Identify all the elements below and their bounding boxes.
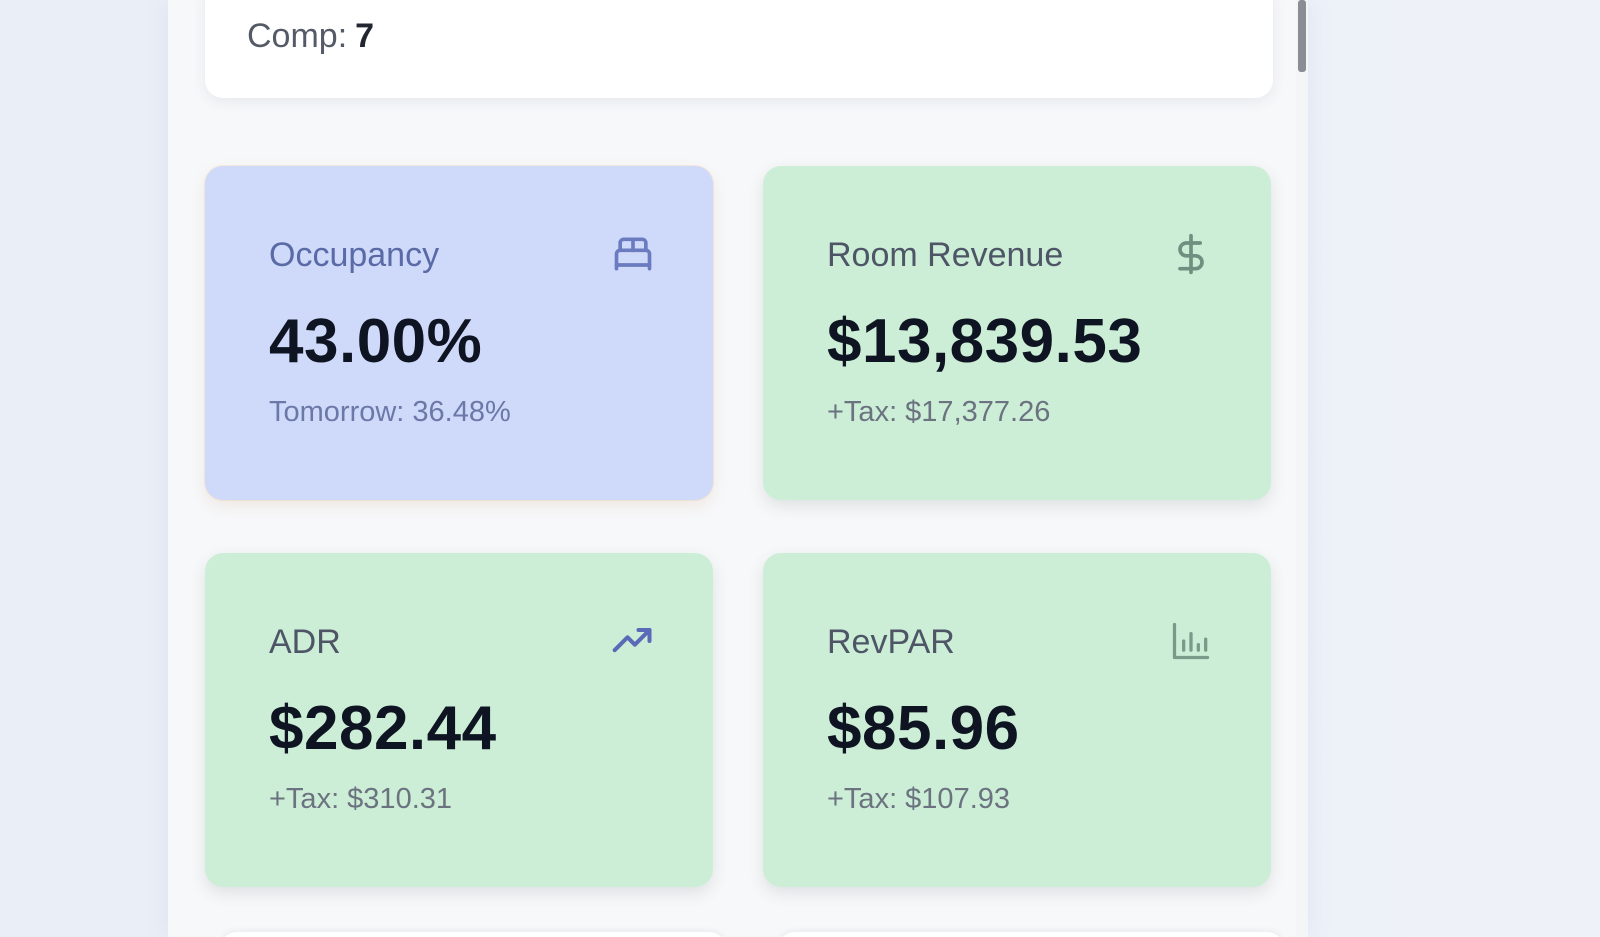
next-card-right (777, 932, 1285, 937)
comp-stat: Comp: 7 (247, 17, 374, 56)
metric-sub: +Tax: $310.31 (269, 783, 453, 815)
bed-icon (614, 237, 652, 271)
comp-value: 7 (355, 17, 375, 55)
metric-value: $85.96 (827, 694, 1020, 763)
metric-label: Occupancy (269, 236, 440, 274)
next-card-left (219, 932, 727, 937)
bar-chart-icon (1172, 622, 1210, 660)
metric-sub: +Tax: $17,377.26 (827, 396, 1051, 428)
scrollbar-thumb[interactable] (1298, 0, 1306, 72)
comp-label: Comp: (247, 17, 348, 55)
metric-value: 43.00% (269, 307, 483, 376)
metric-label: ADR (269, 623, 341, 661)
occupancy-card[interactable]: Occupancy 43.00% Tomorrow: 36.48% (205, 166, 713, 500)
metric-value: $282.44 (269, 694, 497, 763)
adr-card[interactable]: ADR $282.44 +Tax: $310.31 (205, 553, 713, 887)
metric-label: Room Revenue (827, 236, 1064, 274)
summary-card: Comp: 7 (205, 0, 1273, 98)
metric-sub: Tomorrow: 36.48% (269, 396, 511, 428)
room-revenue-card[interactable]: Room Revenue $13,839.53 +Tax: $17,377.26 (763, 166, 1271, 500)
metric-sub: +Tax: $107.93 (827, 783, 1011, 815)
dollar-icon (1178, 233, 1204, 275)
trending-up-icon (612, 627, 652, 653)
scrollbar-track[interactable] (1296, 0, 1308, 937)
metric-label: RevPAR (827, 623, 955, 661)
metric-value: $13,839.53 (827, 307, 1143, 376)
revpar-card[interactable]: RevPAR $85.96 +Tax: $107.93 (763, 553, 1271, 887)
